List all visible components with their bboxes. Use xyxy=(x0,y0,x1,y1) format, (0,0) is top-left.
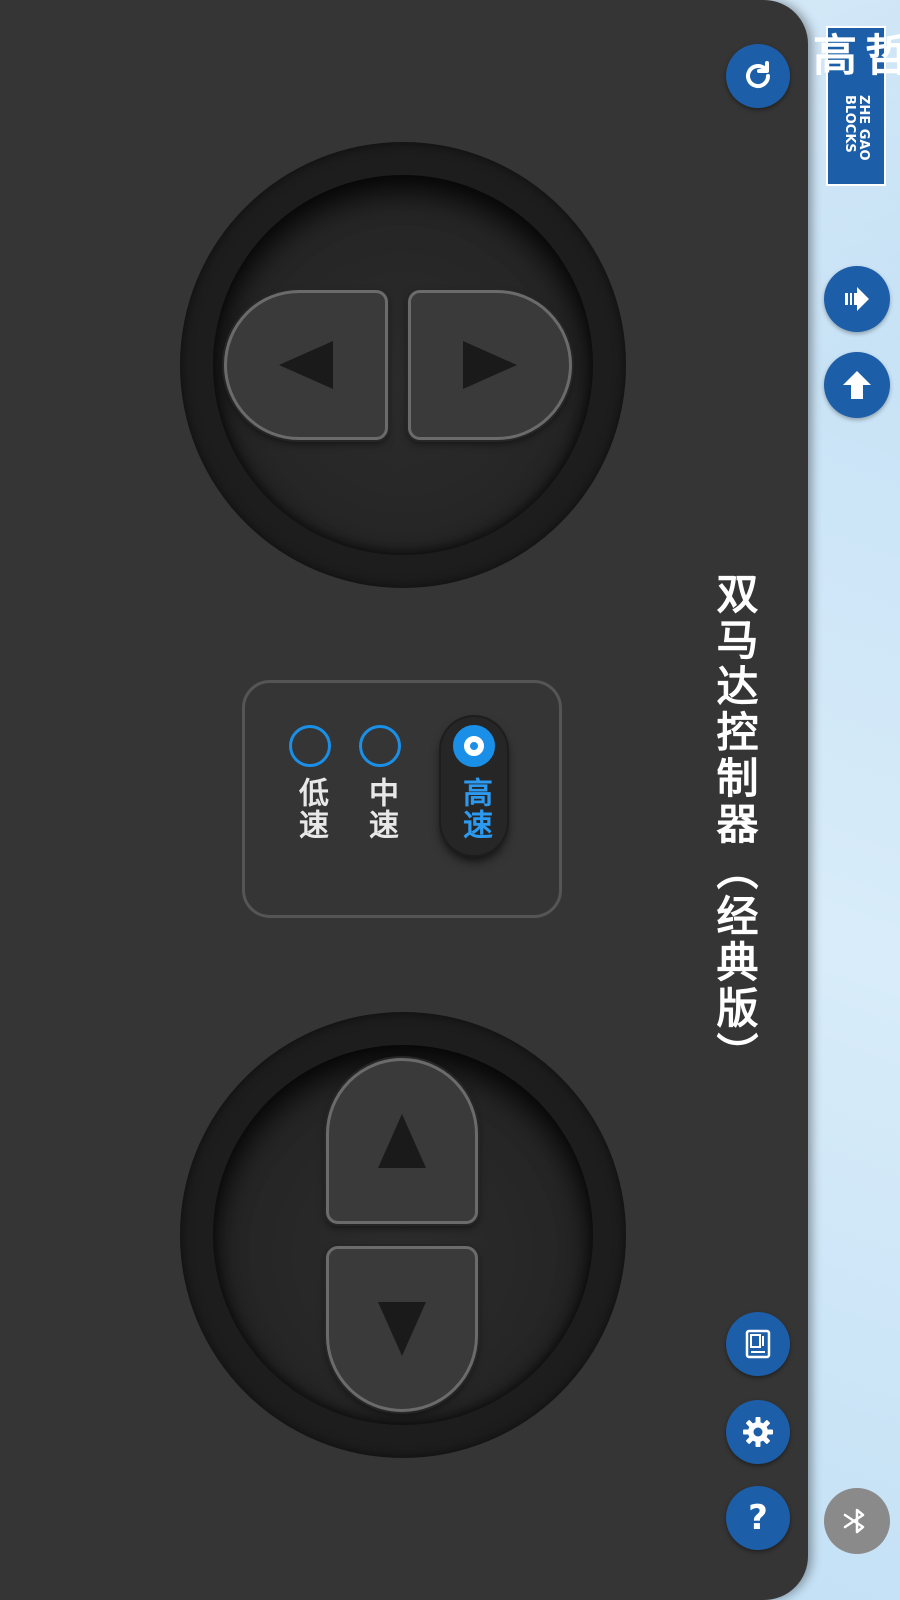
logo-chinese-text: 哲高 xyxy=(805,32,900,76)
speed-high-label: 高速 xyxy=(457,777,492,841)
settings-button[interactable] xyxy=(726,1400,790,1464)
refresh-icon xyxy=(746,61,771,89)
speed-option-high[interactable]: 高速 xyxy=(441,717,507,855)
speed-selector: 低速 中速 高速 xyxy=(242,680,562,918)
speed-high-radio[interactable] xyxy=(453,725,495,767)
speed-mid-radio[interactable] xyxy=(359,725,401,767)
upload-button[interactable] xyxy=(824,352,890,418)
device-card-icon xyxy=(745,1329,771,1359)
speed-option-mid[interactable]: 中速 xyxy=(347,725,413,841)
help-button[interactable]: ? xyxy=(726,1486,790,1550)
speed-option-low[interactable]: 低速 xyxy=(277,725,343,841)
throttle-dial xyxy=(180,1012,626,1458)
exit-button[interactable] xyxy=(824,266,890,332)
question-icon: ? xyxy=(748,1498,768,1538)
down-arrow-icon xyxy=(378,1302,426,1356)
left-arrow-icon xyxy=(279,341,333,389)
device-card-button[interactable] xyxy=(726,1312,790,1376)
turn-right-button[interactable] xyxy=(408,290,572,440)
upload-arrow-icon xyxy=(843,371,871,399)
speed-low-label: 低速 xyxy=(293,777,328,841)
up-arrow-icon xyxy=(378,1114,426,1168)
exit-arrow-icon xyxy=(845,287,869,311)
brand-logo: 哲高 ZHE GAO BLOCKS xyxy=(805,26,900,186)
turn-left-button[interactable] xyxy=(224,290,388,440)
gear-icon xyxy=(743,1417,773,1447)
speed-low-radio[interactable] xyxy=(289,725,331,767)
forward-button[interactable] xyxy=(326,1058,478,1224)
controller-panel: 低速 中速 高速 双马达控制器（经典版） ? xyxy=(0,0,808,1600)
backward-button[interactable] xyxy=(326,1246,478,1412)
right-arrow-icon xyxy=(463,341,517,389)
bluetooth-icon xyxy=(843,1508,865,1534)
page-title: 双马达控制器（经典版） xyxy=(710,572,759,1078)
speed-mid-label: 中速 xyxy=(363,777,398,841)
bluetooth-button[interactable] xyxy=(824,1488,890,1554)
logo-english-text: ZHE GAO BLOCKS xyxy=(842,95,871,161)
refresh-button[interactable] xyxy=(726,44,790,108)
steering-dial xyxy=(180,142,626,588)
